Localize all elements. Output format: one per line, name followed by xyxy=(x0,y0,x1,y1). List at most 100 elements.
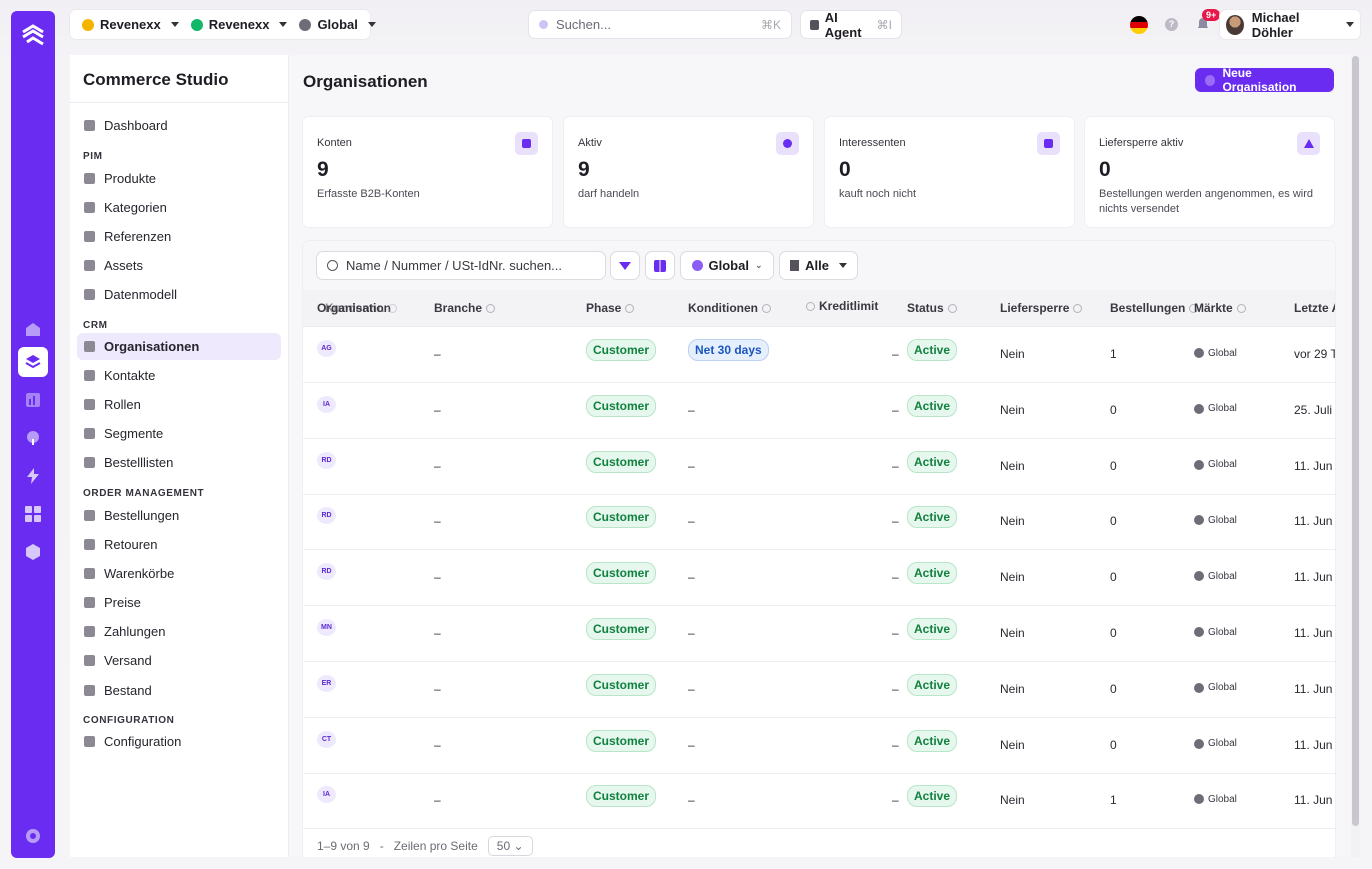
sidebar-item-referenzen[interactable]: Referenzen xyxy=(77,223,281,250)
cell-bestellungen: 0 xyxy=(1110,458,1117,473)
sidebar-item-datenmodell[interactable]: Datenmodell xyxy=(77,281,281,308)
cell-liefersperre: Nein xyxy=(1000,347,1025,361)
cell-status: Active xyxy=(907,394,958,417)
phase-badge: Customer xyxy=(586,450,657,473)
status-badge: Active xyxy=(907,339,958,361)
cell-phase: Customer xyxy=(586,450,657,473)
table-row[interactable]: IA – Customer – – Active Nein 1 Global 1… xyxy=(303,773,1335,830)
filter-button[interactable] xyxy=(611,252,639,279)
cell-liefersperre: Nein xyxy=(1000,514,1025,529)
grid-icon[interactable] xyxy=(18,499,48,529)
table-row[interactable]: RD – Customer – – Active Nein 0 Global 1… xyxy=(303,494,1335,551)
sidebar-item-produkte[interactable]: Produkte xyxy=(77,165,281,192)
box-icon xyxy=(84,173,95,184)
globe-icon xyxy=(1194,794,1204,805)
cell-maerkte: Global xyxy=(1194,570,1237,584)
sidebar-item-bestand[interactable]: Bestand xyxy=(77,677,281,704)
page-scrollbar[interactable] xyxy=(1351,55,1360,857)
sidebar-item-zahlungen[interactable]: Zahlungen xyxy=(77,618,281,645)
pin-icon[interactable] xyxy=(18,423,48,453)
col-kreditlimit[interactable]: Kreditlimit xyxy=(806,299,878,313)
status-badge: Active xyxy=(907,450,958,473)
status-badge: Active xyxy=(907,562,958,585)
market-filter[interactable]: Global ⌄ xyxy=(681,252,773,279)
rows-per-page-select[interactable]: 50 ⌄ xyxy=(487,836,533,856)
chevron-down-icon: ⌄ xyxy=(513,839,524,853)
col-liefersperre[interactable]: Liefersperre xyxy=(1000,301,1083,315)
help-icon[interactable]: ? xyxy=(1165,18,1178,31)
filter-icon xyxy=(619,261,631,270)
col-bestellungen[interactable]: Bestellungen xyxy=(1110,301,1199,315)
cube-icon[interactable] xyxy=(18,537,48,567)
table-row[interactable]: AG – Customer Net 30 days – Active Nein … xyxy=(303,327,1335,383)
sidebar-item-retouren[interactable]: Retouren xyxy=(77,531,281,558)
col-kundennr[interactable]: Kundennr. xyxy=(325,301,398,315)
sidebar-item-rollen[interactable]: Rollen xyxy=(77,391,281,418)
avatar: IA xyxy=(317,786,336,804)
sidebar-item-dashboard[interactable]: Dashboard xyxy=(77,112,281,139)
sidebar-item-organisationen[interactable]: Organisationen xyxy=(77,333,281,360)
bolt-icon[interactable] xyxy=(18,461,48,491)
gear-icon[interactable] xyxy=(18,821,48,851)
col-phase[interactable]: Phase xyxy=(586,301,635,315)
col-maerkte[interactable]: Märkte xyxy=(1194,301,1246,315)
chart-icon[interactable] xyxy=(18,385,48,415)
sidebar-item-kategorien[interactable]: Kategorien xyxy=(77,194,281,221)
building-icon xyxy=(515,132,538,155)
cell-phase: Customer xyxy=(586,618,657,640)
region-selector[interactable]: Global xyxy=(293,10,381,39)
database-icon xyxy=(84,231,95,242)
search-shortcut: ⌘K xyxy=(760,17,781,32)
new-organisation-button[interactable]: Neue Organisation xyxy=(1195,66,1334,94)
sidebar-item-preise[interactable]: Preise xyxy=(77,589,281,616)
view-toggle-button[interactable] xyxy=(646,252,674,279)
globe-icon xyxy=(1194,348,1204,358)
globe-icon xyxy=(1194,403,1204,414)
global-search[interactable]: Suchen... ⌘K xyxy=(529,11,791,38)
col-letzte-aktivitaet[interactable]: Letzte A xyxy=(1294,301,1335,315)
table-search-input[interactable]: Name / Nummer / USt-IdNr. suchen... xyxy=(317,252,605,279)
home-icon[interactable] xyxy=(18,314,48,344)
cell-maerkte: Global xyxy=(1194,626,1237,640)
sidebar-item-bestelllisten[interactable]: Bestelllisten xyxy=(77,449,281,476)
info-icon xyxy=(1236,303,1246,313)
table-row[interactable]: RD – Customer – – Active Nein 0 Global 1… xyxy=(303,439,1335,495)
phase-badge: Customer xyxy=(586,729,657,752)
table-row[interactable]: ER – Customer – – Active Nein 0 Global 1… xyxy=(303,662,1335,718)
language-flag-icon[interactable] xyxy=(1130,16,1148,34)
table-row[interactable]: MN – Customer – – Active Nein 0 Global 1… xyxy=(303,606,1335,662)
cell-branche: – xyxy=(434,514,441,529)
tenant-selector[interactable]: Revenexx xyxy=(76,10,185,39)
cell-phase: Customer xyxy=(586,394,657,417)
col-status[interactable]: Status xyxy=(907,301,957,315)
table-row[interactable]: RD – Customer – – Active Nein 0 Global 1… xyxy=(303,550,1335,607)
table-row[interactable]: IA – Customer – – Active Nein 0 Global 2… xyxy=(303,383,1335,439)
sidebar-item-warenkoerbe[interactable]: Warenkörbe xyxy=(77,560,281,587)
sidebar-item-configuration[interactable]: Configuration xyxy=(77,728,281,755)
store-selector[interactable]: Revenexx xyxy=(185,10,294,39)
app-logo-icon[interactable] xyxy=(18,21,48,51)
search-icon xyxy=(327,260,338,271)
search-placeholder: Suchen... xyxy=(556,17,611,32)
notification-badge: 9+ xyxy=(1202,9,1221,21)
sidebar-item-bestellungen[interactable]: Bestellungen xyxy=(77,502,281,529)
col-konditionen[interactable]: Konditionen xyxy=(688,301,771,315)
status-badge: Active xyxy=(907,785,958,808)
user-menu[interactable]: Michael Döhler xyxy=(1220,10,1360,40)
table-row[interactable]: CT – Customer – – Active Nein 0 Global 1… xyxy=(303,718,1335,774)
cell-liefersperre: Nein xyxy=(1000,793,1025,808)
list-filter[interactable]: Alle xyxy=(780,252,857,279)
chevron-down-icon xyxy=(367,22,376,27)
ai-agent-button[interactable]: AI Agent ⌘I xyxy=(801,10,901,40)
sidebar-item-assets[interactable]: Assets xyxy=(77,252,281,279)
users-icon xyxy=(84,428,95,439)
search-icon xyxy=(539,20,548,29)
col-branche[interactable]: Branche xyxy=(434,301,496,315)
sidebar-item-kontakte[interactable]: Kontakte xyxy=(77,362,281,389)
sidebar-item-versand[interactable]: Versand xyxy=(77,647,281,674)
cell-bestellungen: 0 xyxy=(1110,626,1117,640)
phase-badge: Customer xyxy=(586,785,657,808)
sidebar-item-segmente[interactable]: Segmente xyxy=(77,420,281,447)
layers-icon[interactable] xyxy=(18,347,48,377)
cell-letzte-aktivitaet: 11. Jun xyxy=(1294,737,1333,752)
